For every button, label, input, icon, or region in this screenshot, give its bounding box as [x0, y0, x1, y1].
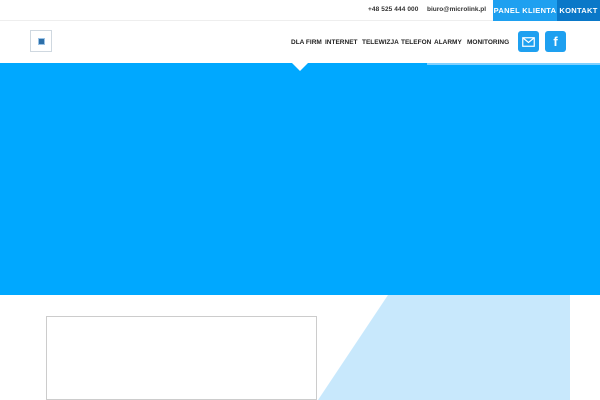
- mail-icon: [522, 36, 535, 47]
- phone-number[interactable]: +48 525 444 000: [368, 6, 418, 13]
- top-bar: +48 525 444 000 biuro@microlink.pl PANEL…: [0, 0, 600, 21]
- decorative-triangle: [318, 295, 570, 400]
- facebook-icon: f: [553, 34, 558, 49]
- nav-indicator-notch: [292, 63, 308, 71]
- facebook-button[interactable]: f: [545, 31, 566, 52]
- hero-accent-strip: [427, 63, 600, 65]
- content-card: [46, 316, 317, 400]
- site-logo[interactable]: [30, 30, 52, 52]
- logo-mark: [37, 37, 45, 45]
- nav-item-monitoring[interactable]: MONITORING: [467, 39, 509, 46]
- contact-button[interactable]: KONTAKT: [557, 0, 600, 21]
- mail-button[interactable]: [518, 31, 539, 52]
- client-panel-button[interactable]: PANEL KLIENTA: [493, 0, 557, 21]
- nav-item-internet[interactable]: INTERNET: [325, 39, 358, 46]
- nav-item-telewizja[interactable]: TELEWIZJA: [362, 39, 399, 46]
- site-header: DLA FIRM INTERNET TELEWIZJA TELEFON ALAR…: [0, 21, 600, 63]
- hero-banner: [0, 63, 600, 295]
- nav-item-alarmy[interactable]: ALARMY: [434, 39, 462, 46]
- nav-item-telefon[interactable]: TELEFON: [401, 39, 431, 46]
- email-link[interactable]: biuro@microlink.pl: [427, 6, 486, 13]
- nav-item-dla-firm[interactable]: DLA FIRM: [291, 39, 322, 46]
